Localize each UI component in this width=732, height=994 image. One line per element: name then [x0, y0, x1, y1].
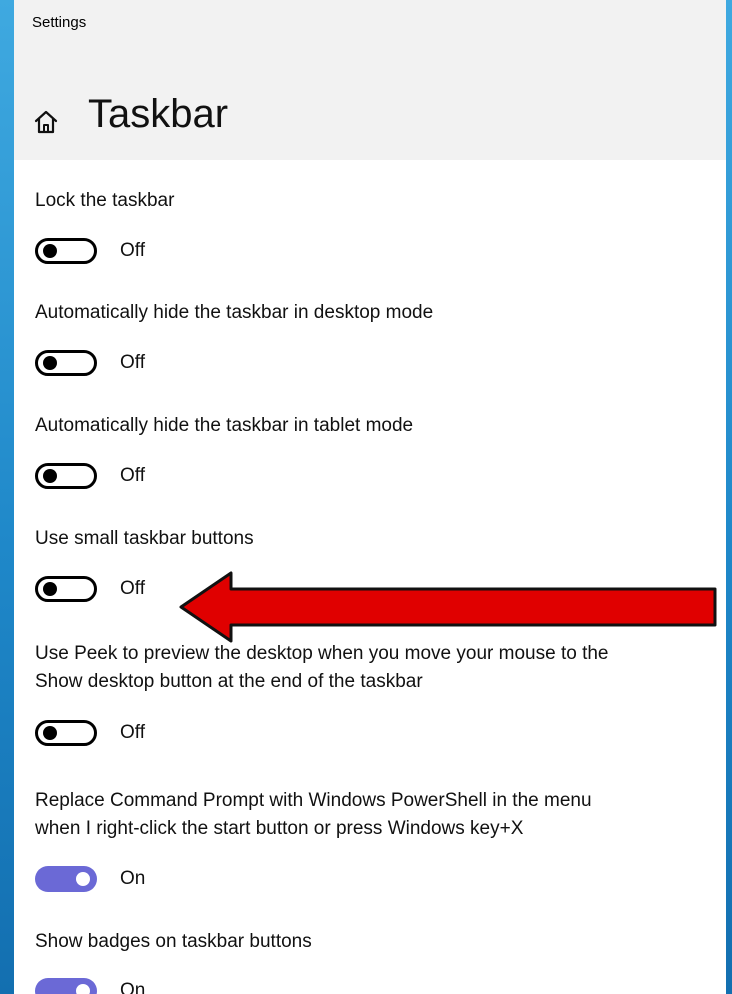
toggle-knob: [43, 244, 57, 258]
home-icon[interactable]: [32, 108, 60, 136]
setting-powershell: Replace Command Prompt with Windows Powe…: [35, 787, 695, 892]
setting-label: Automatically hide the taskbar in tablet…: [35, 415, 414, 436]
toggle-row: Off: [35, 461, 335, 497]
autohide-desktop-toggle[interactable]: [35, 350, 97, 376]
toggle-row: On: [35, 864, 335, 900]
toggle-state-text: On: [120, 868, 146, 889]
setting-autohide-desktop: Automatically hide the taskbar in deskto…: [35, 299, 695, 376]
page-title: Taskbar: [88, 92, 229, 136]
lock-taskbar-toggle[interactable]: [35, 238, 97, 264]
toggle-row: Off: [35, 718, 335, 754]
settings-window: Settings Taskbar Lock the taskbar Off Au…: [14, 0, 726, 994]
show-badges-toggle[interactable]: [35, 978, 97, 994]
setting-peek-desktop: Use Peek to preview the desktop when you…: [35, 640, 695, 746]
toggle-knob: [43, 469, 57, 483]
setting-label: Show badges on taskbar buttons: [35, 931, 312, 952]
toggle-state-text: Off: [120, 352, 145, 373]
app-title: Settings: [32, 14, 87, 31]
toggle-knob: [43, 582, 57, 596]
toggle-row: Off: [35, 236, 335, 272]
setting-lock-taskbar: Lock the taskbar Off: [35, 187, 695, 264]
setting-small-buttons: Use small taskbar buttons Off: [35, 525, 695, 602]
setting-label: Use small taskbar buttons: [35, 528, 254, 549]
red-arrow-annotation: [179, 571, 717, 643]
small-buttons-toggle[interactable]: [35, 576, 97, 602]
toggle-state-text: Off: [120, 578, 145, 599]
setting-label: Lock the taskbar: [35, 190, 175, 211]
toggle-state-text: Off: [120, 722, 145, 743]
setting-autohide-tablet: Automatically hide the taskbar in tablet…: [35, 412, 695, 489]
setting-label: Automatically hide the taskbar in deskto…: [35, 302, 434, 323]
toggle-knob: [43, 356, 57, 370]
toggle-state-text: Off: [120, 240, 145, 261]
powershell-toggle[interactable]: [35, 866, 97, 892]
autohide-tablet-toggle[interactable]: [35, 463, 97, 489]
toggle-row: On: [35, 976, 335, 994]
toggle-knob: [76, 984, 90, 994]
toggle-knob: [76, 872, 90, 886]
peek-desktop-toggle[interactable]: [35, 720, 97, 746]
toggle-state-text: On: [120, 980, 146, 994]
toggle-state-text: Off: [120, 465, 145, 486]
header-band: Settings Taskbar: [14, 0, 726, 160]
toggle-row: Off: [35, 348, 335, 384]
setting-label: Replace Command Prompt with Windows Powe…: [35, 790, 592, 839]
toggle-knob: [43, 726, 57, 740]
setting-show-badges: Show badges on taskbar buttons On: [35, 928, 695, 994]
setting-label: Use Peek to preview the desktop when you…: [35, 643, 609, 692]
